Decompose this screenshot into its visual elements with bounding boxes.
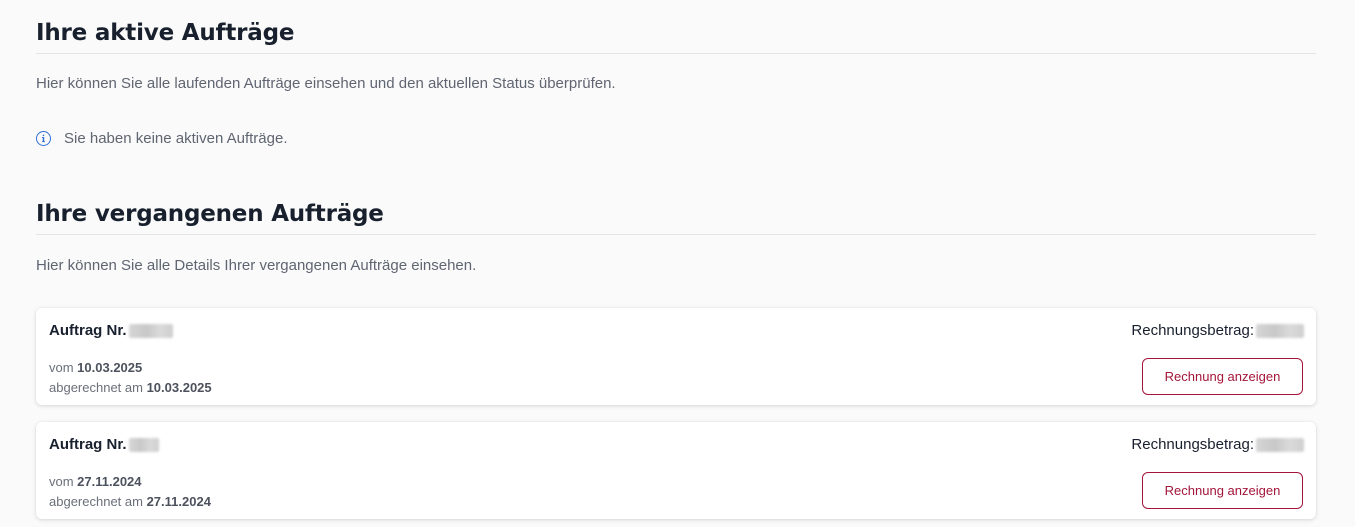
invoice-amount-label: Rechnungsbetrag: — [1131, 436, 1254, 453]
past-orders-divider — [36, 234, 1316, 235]
billed-date-prefix: abgerechnet am — [49, 380, 147, 395]
past-orders-title: Ihre vergangenen Aufträge — [36, 201, 384, 227]
order-date-prefix: vom — [49, 474, 78, 489]
active-orders-intro: Hier können Sie alle laufenden Aufträge … — [36, 75, 616, 92]
redacted-order-number — [128, 437, 159, 452]
invoice-amount-label: Rechnungsbetrag: — [1131, 322, 1254, 339]
no-active-orders-notice: Sie haben keine aktiven Aufträge. — [36, 130, 288, 147]
billed-date: abgerechnet am 10.03.2025 — [49, 380, 212, 395]
past-orders-intro: Hier können Sie alle Details Ihrer verga… — [36, 257, 477, 274]
order-card: Auftrag Nr. Rechnungsbetrag: vom 27.11.2… — [36, 422, 1316, 519]
order-date-value: 27.11.2024 — [77, 474, 142, 489]
billed-date: abgerechnet am 27.11.2024 — [49, 494, 211, 509]
active-orders-title: Ihre aktive Aufträge — [36, 20, 295, 46]
invoice-amount: Rechnungsbetrag: — [1131, 322, 1304, 339]
order-number: Auftrag Nr. — [49, 322, 173, 339]
redacted-invoice-amount — [1256, 323, 1304, 338]
billed-date-value: 10.03.2025 — [146, 380, 212, 395]
order-date-prefix: vom — [49, 360, 78, 375]
order-date: vom 10.03.2025 — [49, 360, 142, 375]
no-active-orders-message: Sie haben keine aktiven Aufträge. — [64, 130, 288, 147]
redacted-order-number — [128, 323, 173, 338]
billed-date-prefix: abgerechnet am — [49, 494, 147, 509]
order-number-label: Auftrag Nr. — [49, 436, 127, 453]
billed-date-value: 27.11.2024 — [146, 494, 211, 509]
show-invoice-button[interactable]: Rechnung anzeigen — [1142, 472, 1303, 509]
invoice-amount: Rechnungsbetrag: — [1131, 436, 1304, 453]
order-date-value: 10.03.2025 — [77, 360, 143, 375]
show-invoice-button[interactable]: Rechnung anzeigen — [1142, 358, 1303, 395]
order-number: Auftrag Nr. — [49, 436, 159, 453]
order-date: vom 27.11.2024 — [49, 474, 142, 489]
order-card: Auftrag Nr. Rechnungsbetrag: vom 10.03.2… — [36, 308, 1316, 405]
active-orders-divider — [36, 53, 1316, 54]
order-number-label: Auftrag Nr. — [49, 322, 127, 339]
info-circle-icon — [36, 131, 51, 146]
redacted-invoice-amount — [1256, 437, 1304, 452]
